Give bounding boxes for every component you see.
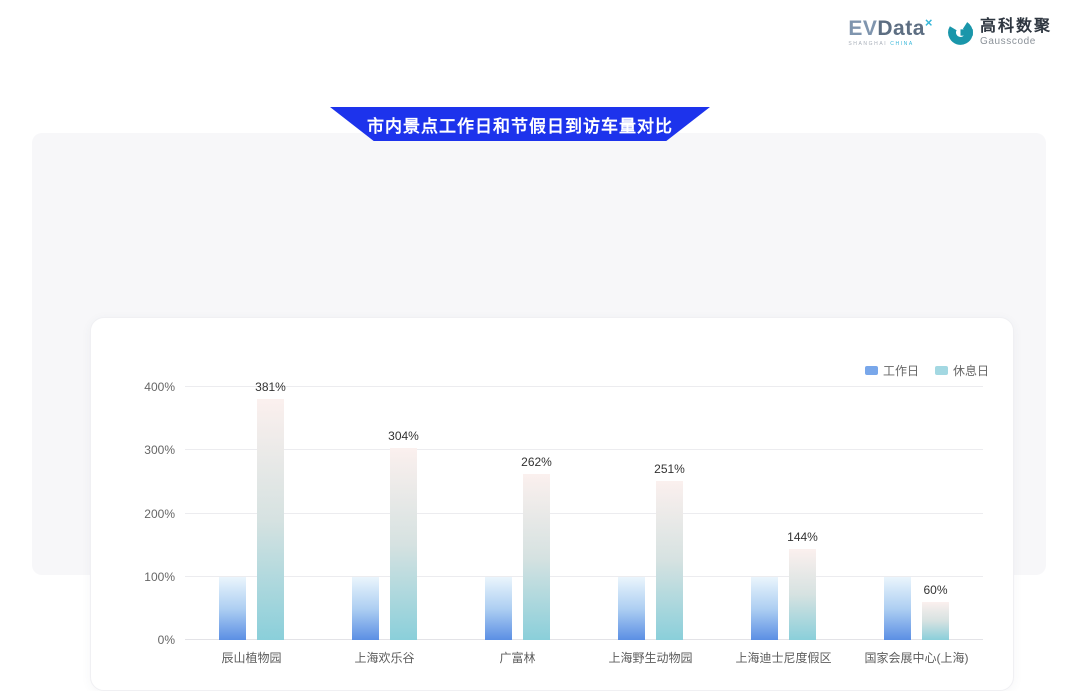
- legend-label-restday: 休息日: [953, 362, 989, 379]
- gridline-0%: [185, 639, 983, 640]
- chart-plot: 0%100%200%300%400%辰山植物园381%上海欢乐谷304%广富林2…: [185, 387, 983, 640]
- y-axis-tick-400%: 400%: [144, 380, 175, 394]
- bar-workday-2: [485, 577, 512, 640]
- logo-area: EVData× SHANGHAI CHINA 高科数聚 Gausscode: [848, 18, 1052, 47]
- chart-card: 工作日休息日 0%100%200%300%400%辰山植物园381%上海欢乐谷3…: [90, 317, 1014, 691]
- value-label-restday-3: 251%: [654, 462, 685, 476]
- evdata-wordmark: EVData×: [848, 18, 933, 39]
- evdata-tagline-right: CHINA: [890, 41, 914, 47]
- x-axis-label-3: 上海野生动物园: [608, 649, 692, 666]
- evdata-logo: EVData× SHANGHAI CHINA: [848, 18, 933, 47]
- bar-restday-4: [789, 549, 816, 640]
- x-axis-label-4: 上海迪士尼度假区: [735, 649, 831, 666]
- bar-restday-2: [523, 474, 550, 640]
- y-axis-tick-300%: 300%: [144, 443, 175, 457]
- y-axis-tick-200%: 200%: [144, 507, 175, 521]
- bar-restday-0: [257, 399, 284, 640]
- value-label-restday-4: 144%: [787, 530, 818, 544]
- x-axis-label-2: 广富林: [499, 649, 535, 666]
- evdata-tagline: SHANGHAI CHINA: [848, 42, 933, 47]
- gausscode-g-icon: [947, 19, 974, 46]
- evdata-tagline-left: SHANGHAI: [848, 41, 887, 47]
- legend-swatch-workday: [865, 366, 878, 375]
- chart-legend: 工作日 休息日: [865, 362, 989, 379]
- bar-workday-1: [352, 577, 379, 640]
- gridline-300%: [185, 449, 983, 450]
- bar-restday-1: [390, 448, 417, 640]
- bar-restday-3: [656, 481, 683, 640]
- bar-workday-4: [751, 577, 778, 640]
- legend-item-restday[interactable]: 休息日: [935, 362, 989, 379]
- gausscode-logo: 高科数聚 Gausscode: [947, 19, 1052, 47]
- chart-panel: 工作日休息日 0%100%200%300%400%辰山植物园381%上海欢乐谷3…: [32, 133, 1046, 575]
- gridline-400%: [185, 386, 983, 387]
- x-axis-label-5: 国家会展中心(上海): [865, 649, 969, 666]
- gridline-100%: [185, 576, 983, 577]
- value-label-restday-1: 304%: [388, 429, 419, 443]
- legend-label-workday: 工作日: [883, 362, 919, 379]
- bar-workday-5: [884, 577, 911, 640]
- gridline-200%: [185, 513, 983, 514]
- title-banner: 市内景点工作日和节假日到访车量对比: [330, 107, 710, 141]
- evdata-wordmark-ev: EV: [848, 17, 877, 40]
- value-label-restday-5: 60%: [923, 583, 947, 597]
- legend-swatch-restday: [935, 366, 948, 375]
- bar-workday-0: [219, 577, 246, 640]
- y-axis-tick-0%: 0%: [158, 633, 175, 647]
- y-axis-tick-100%: 100%: [144, 570, 175, 584]
- page-title: 市内景点工作日和节假日到访车量对比: [367, 112, 673, 137]
- bar-workday-3: [618, 577, 645, 640]
- value-label-restday-0: 381%: [255, 380, 286, 394]
- gausscode-text: 高科数聚 Gausscode: [980, 19, 1052, 47]
- evdata-wordmark-data: Data: [877, 17, 925, 40]
- value-label-restday-2: 262%: [521, 455, 552, 469]
- x-axis-label-0: 辰山植物园: [221, 649, 281, 666]
- evdata-x-icon: ×: [925, 15, 933, 30]
- gausscode-name-en: Gausscode: [980, 37, 1052, 47]
- x-axis-label-1: 上海欢乐谷: [354, 649, 414, 666]
- legend-item-workday[interactable]: 工作日: [865, 362, 919, 379]
- gausscode-name-cn: 高科数聚: [980, 19, 1052, 35]
